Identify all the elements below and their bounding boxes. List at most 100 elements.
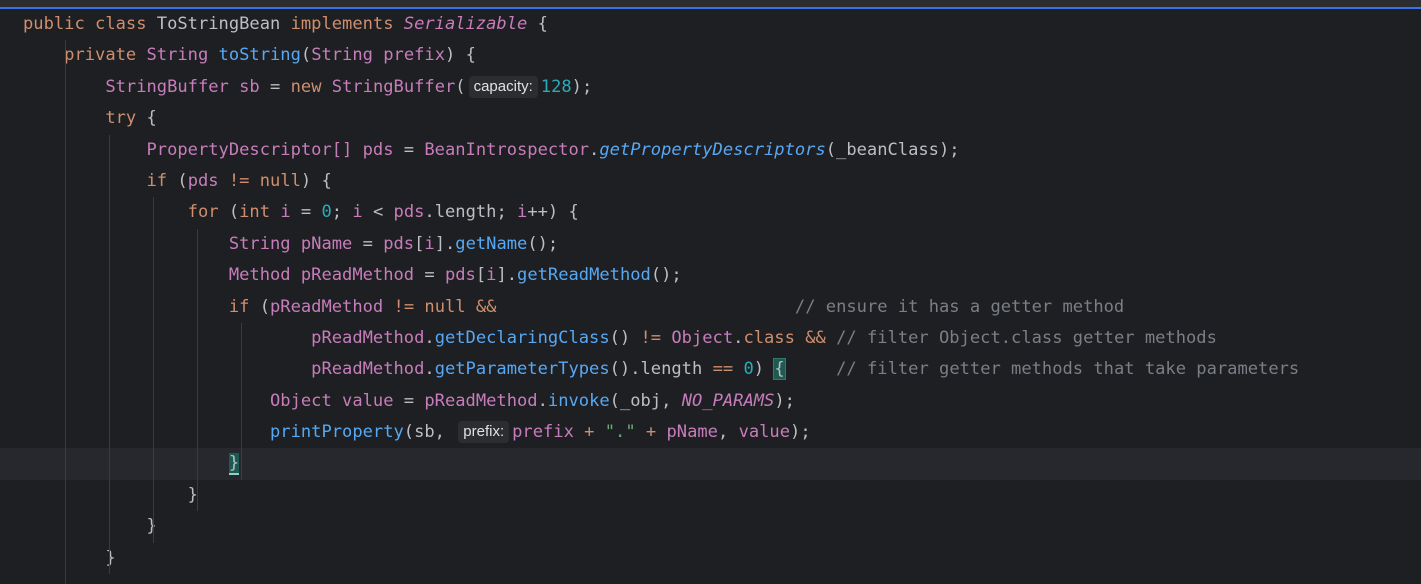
code-line[interactable]: }	[0, 448, 1421, 480]
indent-guide	[197, 479, 199, 512]
code-token: null	[424, 296, 466, 317]
code-token: null	[259, 170, 301, 191]
indent-guide	[109, 134, 111, 166]
code-token: ()	[609, 327, 641, 348]
code-token: ();	[527, 233, 559, 254]
code-token: ].	[496, 265, 518, 286]
code-token: Method	[228, 265, 291, 286]
indent-guide	[109, 228, 111, 261]
code-line[interactable]: }	[0, 542, 1421, 575]
indent-guide	[65, 134, 67, 166]
code-token: PropertyDescriptor	[146, 139, 332, 160]
code-area[interactable]: public class ToStringBean implements Ser…	[0, 9, 1421, 584]
indent-guide	[197, 448, 199, 480]
code-token: public class	[23, 14, 157, 34]
indent-guide	[65, 197, 67, 229]
code-token: class	[743, 327, 795, 348]
code-line[interactable]: StringBuffer sb = new StringBuffer(capac…	[0, 71, 1421, 104]
indent-guide	[65, 417, 67, 449]
indent-guide	[241, 417, 243, 449]
code-token: }	[228, 453, 240, 476]
indent-guide	[109, 542, 111, 575]
indent-guide	[109, 417, 111, 449]
code-token: try	[105, 108, 137, 129]
code-token: .	[733, 327, 744, 348]
code-line[interactable]: Method pReadMethod = pds[i].getReadMetho…	[0, 260, 1421, 292]
code-token: StringBuffer	[331, 76, 456, 97]
code-line[interactable]: pReadMethod.getParameterTypes().length =…	[0, 354, 1421, 386]
code-token: (	[300, 45, 312, 66]
code-token: pds	[444, 265, 476, 286]
indent-guide	[241, 354, 243, 386]
code-token: if	[228, 296, 250, 317]
code-token: ].	[434, 233, 456, 254]
code-line[interactable]: }	[0, 479, 1421, 512]
code-line[interactable]: for (int i = 0; i < pds.length; i++) {	[0, 197, 1421, 229]
code-token: !=	[383, 296, 425, 317]
indent-guide	[197, 291, 199, 323]
indent-guide	[65, 228, 67, 261]
code-token: pds	[362, 139, 394, 160]
code-token: (sb,	[403, 422, 456, 443]
code-token: [	[414, 233, 425, 254]
code-token: private	[23, 45, 147, 66]
code-token: Object	[671, 327, 734, 348]
code-token: (	[167, 170, 188, 191]
indent-guide	[109, 165, 111, 198]
code-token: i	[486, 265, 497, 286]
code-line[interactable]: pReadMethod.getDeclaringClass() != Objec…	[0, 322, 1421, 355]
indent-guide	[109, 385, 111, 418]
code-token: }	[23, 484, 198, 505]
code-token: prefix	[512, 422, 574, 443]
indent-guide	[153, 385, 155, 418]
code-line[interactable]: public class ToStringBean implements Ser…	[0, 9, 1421, 40]
code-token: );	[790, 422, 811, 443]
code-line[interactable]: if (pReadMethod != null && // ensure it …	[0, 291, 1421, 323]
code-line[interactable]: printProperty(sb, prefix: prefix + "." + …	[0, 417, 1421, 449]
indent-guide	[65, 322, 67, 355]
code-token: .	[424, 327, 435, 348]
indent-guide	[153, 260, 155, 292]
code-token: &&	[465, 296, 497, 317]
code-token: &&	[794, 327, 837, 348]
code-token: {	[527, 14, 548, 34]
code-editor[interactable]: public class ToStringBean implements Ser…	[0, 0, 1421, 584]
code-line[interactable]	[0, 574, 1421, 584]
code-token: (	[455, 76, 466, 97]
indent-guide	[109, 479, 111, 512]
code-line[interactable]: Object value = pReadMethod.invoke(_obj, …	[0, 385, 1421, 418]
indent-guide	[153, 354, 155, 386]
code-token: +	[573, 422, 605, 443]
code-line[interactable]: }	[0, 511, 1421, 543]
code-token: new	[290, 76, 332, 97]
code-line[interactable]: String pName = pds[i].getName();	[0, 228, 1421, 261]
code-token: toString	[218, 45, 301, 66]
code-token: StringBuffer	[105, 76, 229, 97]
code-line[interactable]: if (pds != null) {	[0, 165, 1421, 198]
indent-guide	[241, 385, 243, 418]
code-line[interactable]: PropertyDescriptor[] pds = BeanIntrospec…	[0, 134, 1421, 166]
code-token: String	[146, 45, 209, 66]
code-token: pReadMethod	[300, 265, 415, 286]
code-token: "."	[604, 422, 636, 443]
code-token: (	[249, 296, 271, 317]
code-token: prefix	[383, 45, 445, 66]
code-token: !=	[218, 170, 260, 191]
code-token: i	[280, 202, 291, 223]
code-token: pName	[300, 233, 353, 254]
editor-tab-strip-edge	[0, 0, 1421, 9]
code-token: pReadMethod	[270, 296, 384, 317]
code-token: =	[393, 139, 425, 160]
code-token: =	[393, 390, 425, 411]
code-line[interactable]: private String toString(String prefix) {	[0, 40, 1421, 72]
code-line[interactable]: try {	[0, 103, 1421, 135]
code-token: ++) {	[527, 202, 579, 223]
code-token: ,	[717, 422, 739, 443]
